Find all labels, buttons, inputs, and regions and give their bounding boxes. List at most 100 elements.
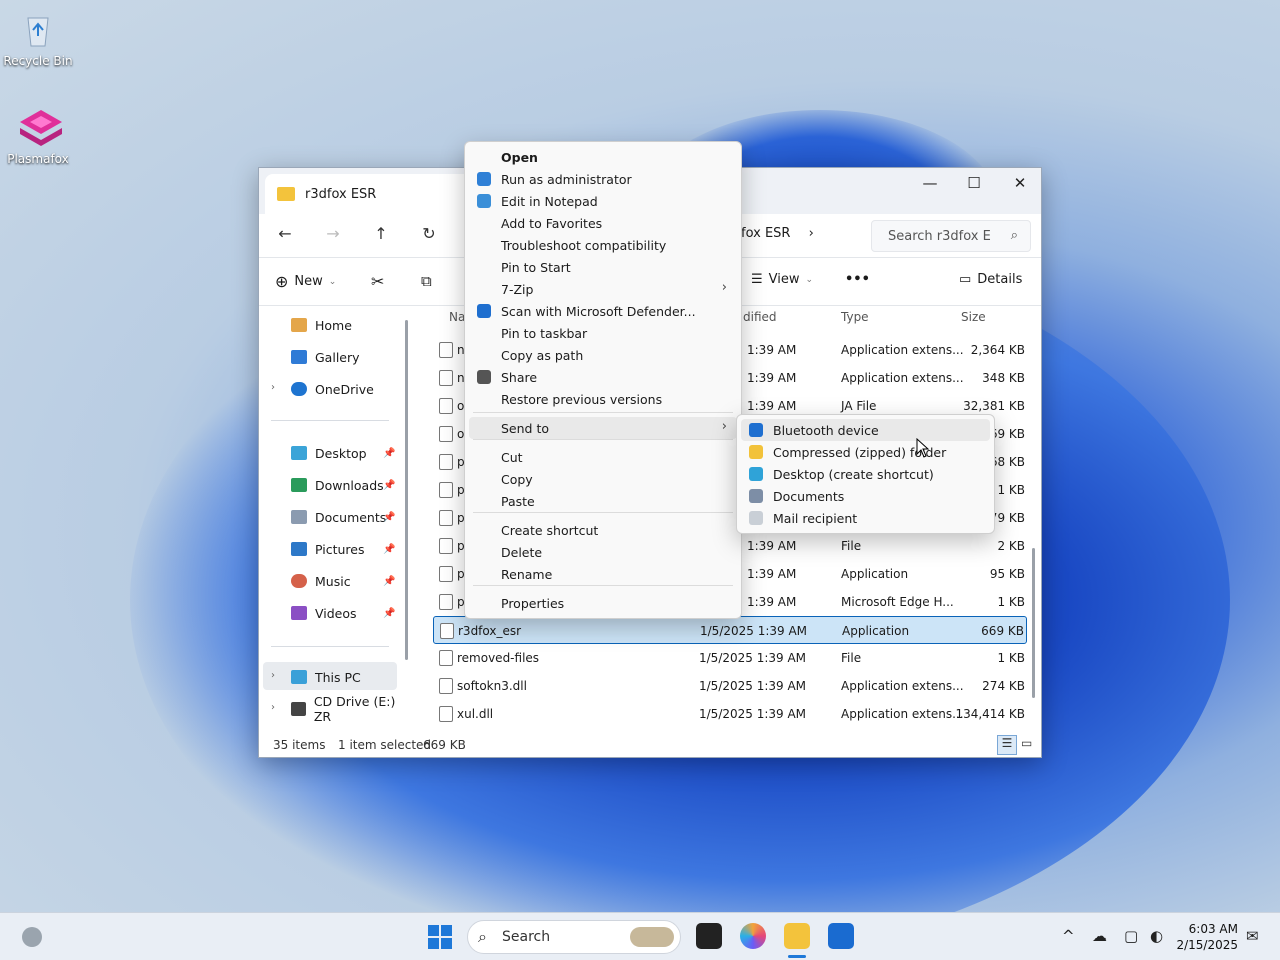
sidebar-item-videos[interactable]: Videos	[291, 600, 357, 626]
sidebar-item-this-pc[interactable]: This PC	[291, 664, 361, 690]
breadcrumb[interactable]: fox ESR ›	[741, 226, 814, 241]
chevron-right-icon[interactable]: ›	[271, 702, 275, 713]
table-row[interactable]: r3dfox_esr 1/5/2025 1:39 AM Application 669…	[433, 616, 1027, 644]
view-button[interactable]: ☰ View ⌄	[751, 272, 813, 287]
tab-r3dfox-esr[interactable]: r3dfox ESR	[265, 174, 485, 214]
network-icon[interactable]: ▢	[1124, 927, 1138, 945]
clock-time: 6:03 AM	[1188, 922, 1238, 936]
sidebar-item-onedrive[interactable]: OneDrive	[291, 376, 374, 402]
send-to-item-bluetooth-device[interactable]: Bluetooth device	[741, 419, 990, 441]
menu-item-scan-with-microsoft-defender[interactable]: Scan with Microsoft Defender...	[469, 300, 737, 322]
menu-item-restore-previous-versions[interactable]: Restore previous versions	[469, 388, 737, 410]
up-button[interactable]: ↑	[367, 224, 395, 248]
notifications-icon[interactable]: ✉	[1246, 927, 1259, 945]
onedrive-offline-icon[interactable]: ☁	[1092, 927, 1107, 945]
chevron-right-icon[interactable]: ›	[271, 670, 275, 681]
chevron-up-icon[interactable]: ^	[1062, 927, 1075, 945]
desktop-icon	[749, 467, 763, 481]
volume-icon[interactable]: ◐	[1150, 927, 1163, 945]
menu-item-properties[interactable]: Properties	[469, 592, 737, 614]
copy-icon[interactable]: ⧉	[421, 272, 432, 290]
sidebar-item-music[interactable]: Music	[291, 568, 351, 594]
bluetooth-icon	[749, 423, 763, 437]
maximize-button[interactable]: ☐	[951, 168, 997, 198]
menu-item-label: Properties	[501, 595, 565, 611]
cut-icon[interactable]: ✂	[371, 272, 384, 291]
details-button[interactable]: ▭ Details	[959, 272, 1022, 287]
menu-item-cut[interactable]: Cut	[469, 446, 737, 468]
menu-item-troubleshoot-compatibility[interactable]: Troubleshoot compatibility	[469, 234, 737, 256]
desktop-icon-recycle-bin[interactable]: Recycle Bin	[0, 10, 76, 68]
desktop-icon-label: Plasmafox	[7, 152, 69, 166]
send-to-item-mail-recipient[interactable]: Mail recipient	[741, 507, 990, 529]
task-view-icon[interactable]	[696, 923, 722, 949]
menu-item-rename[interactable]: Rename	[469, 563, 737, 585]
windows-start-icon[interactable]	[428, 925, 452, 949]
sidebar-item-documents[interactable]: Documents	[291, 504, 386, 530]
details-view-icon[interactable]: ☰	[997, 735, 1017, 755]
menu-item-label: Pin to Start	[501, 259, 571, 275]
copilot-icon[interactable]	[740, 923, 766, 949]
sidebar-item-cd-drive[interactable]: CD Drive (E:) ZR	[291, 694, 409, 724]
menu-item-label: Desktop (create shortcut)	[773, 466, 934, 482]
sidebar-scrollbar[interactable]	[405, 320, 408, 660]
menu-item-add-to-favorites[interactable]: Add to Favorites	[469, 212, 737, 234]
search-input[interactable]: Search r3dfox E ⌕	[871, 220, 1031, 252]
file-icon	[439, 482, 453, 498]
file-explorer-taskbar-icon[interactable]	[784, 923, 810, 949]
menu-item-label: Send to	[501, 420, 550, 436]
widgets-icon[interactable]	[22, 927, 42, 947]
menu-item-open[interactable]: Open	[469, 146, 737, 168]
menu-item-pin-to-start[interactable]: Pin to Start	[469, 256, 737, 278]
menu-item-7-zip[interactable]: 7-Zip ›	[469, 278, 737, 300]
desktop-icon-label: Recycle Bin	[3, 54, 73, 68]
table-row[interactable]: removed-files 1/5/2025 1:39 AM File 1 KB	[433, 644, 1027, 672]
menu-item-paste[interactable]: Paste	[469, 490, 737, 512]
menu-item-pin-to-taskbar[interactable]: Pin to taskbar	[469, 322, 737, 344]
column-header-size[interactable]: Size	[961, 310, 986, 324]
chevron-right-icon[interactable]: ›	[271, 382, 275, 393]
taskbar-search[interactable]: ⌕ Search	[467, 920, 681, 954]
menu-item-copy-as-path[interactable]: Copy as path	[469, 344, 737, 366]
sidebar-item-pictures[interactable]: Pictures	[291, 536, 365, 562]
active-app-indicator	[788, 955, 806, 958]
chevron-right-icon: ›	[721, 280, 727, 295]
send-to-item-desktop-create-shortcut[interactable]: Desktop (create shortcut)	[741, 463, 990, 485]
desktop-icon-plasmafox[interactable]: Plasmafox	[0, 108, 76, 166]
send-to-item-documents[interactable]: Documents	[741, 485, 990, 507]
vertical-scrollbar[interactable]	[1032, 548, 1035, 698]
refresh-button[interactable]: ↻	[415, 224, 443, 248]
menu-separator	[473, 412, 733, 413]
sidebar-item-home[interactable]: Home	[291, 312, 352, 338]
table-row[interactable]: xul.dll 1/5/2025 1:39 AM Application exten…	[433, 700, 1027, 726]
sidebar-item-downloads[interactable]: Downloads	[291, 472, 384, 498]
column-header-name[interactable]: Na	[449, 310, 465, 324]
chevron-right-icon[interactable]: ›	[809, 226, 814, 241]
file-icon	[439, 678, 453, 694]
menu-item-create-shortcut[interactable]: Create shortcut	[469, 519, 737, 541]
send-to-item-compressed-zipped-folder[interactable]: Compressed (zipped) folder	[741, 441, 990, 463]
microsoft-store-icon[interactable]	[828, 923, 854, 949]
new-button[interactable]: ⊕ New ⌄	[275, 272, 336, 291]
minimize-button[interactable]: —	[907, 168, 953, 198]
sidebar-item-gallery[interactable]: Gallery	[291, 344, 360, 370]
plus-icon: ⊕	[275, 272, 289, 291]
menu-item-run-as-administrator[interactable]: Run as administrator	[469, 168, 737, 190]
table-row[interactable]: softokn3.dll 1/5/2025 1:39 AM Application …	[433, 672, 1027, 700]
column-header-modified[interactable]: dified	[743, 310, 777, 324]
column-header-type[interactable]: Type	[841, 310, 869, 324]
menu-item-edit-in-notepad[interactable]: Edit in Notepad	[469, 190, 737, 212]
clock[interactable]: 6:03 AM 2/15/2025	[1176, 921, 1238, 953]
more-options-button[interactable]: •••	[845, 272, 870, 287]
forward-button[interactable]: →	[319, 224, 347, 248]
menu-item-share[interactable]: Share	[469, 366, 737, 388]
breadcrumb-folder[interactable]: fox ESR	[741, 226, 790, 241]
chevron-right-icon: ›	[721, 419, 727, 434]
back-button[interactable]: ←	[271, 224, 299, 248]
sidebar-item-desktop[interactable]: Desktop	[291, 440, 367, 466]
menu-item-delete[interactable]: Delete	[469, 541, 737, 563]
tiles-view-icon[interactable]: ▭	[1021, 736, 1032, 750]
menu-item-copy[interactable]: Copy	[469, 468, 737, 490]
close-button[interactable]: ✕	[997, 168, 1043, 198]
menu-item-send-to[interactable]: Send to ›	[469, 417, 737, 439]
